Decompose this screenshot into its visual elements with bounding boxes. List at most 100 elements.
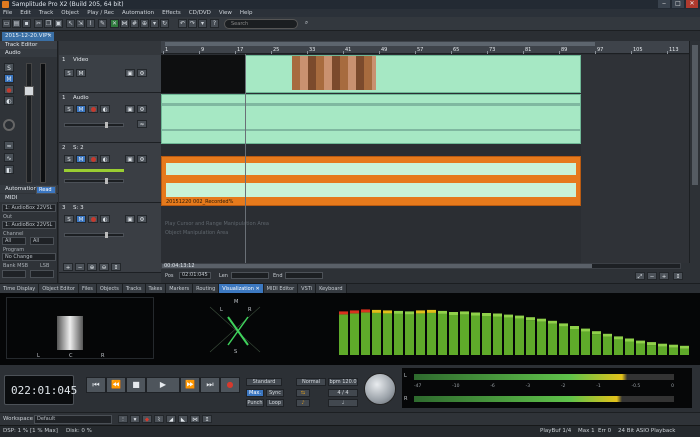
menu-help[interactable]: Help — [240, 9, 253, 17]
record-mode-select[interactable]: Standard — [246, 378, 282, 386]
go-to-end-icon[interactable]: ⏭ — [200, 377, 220, 393]
maximize-icon[interactable]: □ — [672, 0, 684, 8]
lock-icon[interactable]: ▣ — [125, 215, 135, 223]
menu-file[interactable]: File — [3, 9, 12, 17]
copy-icon[interactable]: ❐ — [44, 19, 53, 28]
pan-knob[interactable] — [3, 119, 15, 131]
solo-button[interactable]: S — [64, 105, 74, 113]
normalize-icon[interactable]: ↥ — [202, 415, 212, 423]
fx-icon[interactable]: ≈ — [137, 120, 147, 128]
pos-field[interactable]: 02:01:045 — [179, 272, 211, 279]
solo-button[interactable]: S — [64, 69, 74, 77]
punch-button[interactable]: Punch — [246, 399, 264, 407]
sync-icon[interactable]: ⇆ — [296, 389, 310, 397]
record-arm-icon[interactable] — [88, 155, 98, 163]
jog-wheel[interactable] — [364, 373, 396, 405]
cut-tool-icon[interactable]: ⌇ — [86, 19, 95, 28]
sync-button[interactable]: Sync — [266, 389, 284, 397]
punch-in-icon[interactable]: ◆ — [142, 415, 152, 423]
automation-mode-select[interactable]: Read — [36, 186, 56, 194]
midi-icon[interactable]: ♪ — [296, 399, 310, 407]
track-fit-icon[interactable]: ↕ — [111, 263, 121, 271]
marker-icon[interactable]: ▾ — [150, 19, 159, 28]
horizontal-scrollbar[interactable]: 00:04:13:12 — [161, 263, 681, 269]
help-icon[interactable]: ? — [210, 19, 219, 28]
menu-track[interactable]: Track — [39, 9, 53, 17]
menu-effects[interactable]: Effects — [162, 9, 181, 17]
timeline-ruler[interactable]: 1 9 17 25 33 41 49 57 65 73 81 89 97 105 113 — [161, 41, 690, 54]
crossfade-editor-icon[interactable]: ⋈ — [190, 415, 200, 423]
play-cursor[interactable] — [245, 54, 246, 264]
bpm-field[interactable]: bpm 120.0 — [328, 378, 358, 386]
remove-track-icon[interactable]: − — [75, 263, 85, 271]
track-monitor-icon[interactable]: ◐ — [4, 96, 14, 105]
monitor-icon[interactable]: ◐ — [100, 105, 110, 113]
track-solo-button[interactable]: S — [4, 63, 14, 72]
zoom-out-icon[interactable]: − — [647, 272, 657, 280]
stop-icon[interactable]: ■ — [126, 377, 146, 393]
record-icon[interactable]: ● — [220, 377, 240, 393]
volume-slider[interactable] — [64, 178, 124, 184]
add-track-icon[interactable]: + — [63, 263, 73, 271]
monitor-icon[interactable]: ◐ — [100, 215, 110, 223]
midi-channel-select[interactable]: All — [2, 237, 26, 245]
lock-icon[interactable]: ▣ — [125, 105, 135, 113]
zoom-in-icon[interactable]: + — [659, 272, 669, 280]
mute-button[interactable]: M — [76, 105, 86, 113]
mute-button[interactable]: M — [76, 215, 86, 223]
zoom-icon[interactable]: ⊕ — [140, 19, 149, 28]
range-tool-icon[interactable]: ⇲ — [76, 19, 85, 28]
draw-tool-icon[interactable]: ✎ — [98, 19, 107, 28]
undo-history-icon[interactable]: ▾ — [198, 19, 207, 28]
track-record-icon[interactable]: ● — [4, 85, 14, 94]
track-header-video[interactable]: 1 Video S M ▣ ⚙ — [59, 55, 161, 93]
fade-out-icon[interactable]: ◣ — [178, 415, 188, 423]
fast-forward-icon[interactable]: ⏩ — [180, 377, 200, 393]
arrangement-view[interactable]: 1 9 17 25 33 41 49 57 65 73 81 89 97 105 113 20151220 … — [161, 41, 690, 263]
play-icon[interactable]: ▶ — [146, 377, 180, 393]
mute-button[interactable]: M — [76, 69, 86, 77]
settings-icon[interactable]: ⚙ — [137, 155, 147, 163]
audio-clip[interactable] — [161, 94, 581, 144]
aux-icon[interactable]: ◧ — [4, 165, 14, 174]
settings-icon[interactable]: ⚙ — [137, 105, 147, 113]
signature-field[interactable]: 4 / 4 — [328, 389, 358, 397]
track-header-s2[interactable]: 2 S: 2 S M ◐ ▣ ⚙ — [59, 143, 161, 203]
len-field[interactable] — [231, 272, 269, 279]
marker-add-icon[interactable]: ▾ — [130, 415, 140, 423]
menu-view[interactable]: View — [219, 9, 232, 17]
track-zoom-out-icon[interactable]: ⊖ — [99, 263, 109, 271]
snap-icon[interactable]: ✕ — [110, 19, 119, 28]
tab-close-icon[interactable]: ✕ — [255, 286, 259, 292]
vertical-scroll-thumb[interactable] — [692, 45, 698, 185]
menu-cd-dvd[interactable]: CD/DVD — [189, 9, 211, 17]
menu-edit[interactable]: Edit — [20, 9, 31, 17]
close-tab-icon[interactable]: × — [47, 32, 52, 41]
video-clip[interactable] — [245, 55, 581, 93]
document-tab[interactable]: 2015-12-20.VIP* × — [2, 32, 54, 41]
record-arm-icon[interactable] — [88, 105, 98, 113]
monitor-icon[interactable]: ◐ — [100, 155, 110, 163]
paste-icon[interactable]: ▣ — [54, 19, 63, 28]
midi-program-select[interactable]: No Change — [2, 253, 56, 261]
solo-button[interactable]: S — [64, 215, 74, 223]
minimize-icon[interactable]: ‒ — [658, 0, 670, 8]
undo-icon[interactable]: ↶ — [178, 19, 187, 28]
lock-icon[interactable]: ▣ — [125, 155, 135, 163]
save-icon[interactable]: ▪ — [22, 19, 31, 28]
close-icon[interactable]: ✕ — [686, 0, 698, 8]
fade-in-icon[interactable]: ◢ — [166, 415, 176, 423]
time-display[interactable]: 022:01:045 — [4, 375, 77, 405]
rewind-icon[interactable]: ⏪ — [106, 377, 126, 393]
horizontal-scroll-thumb[interactable] — [162, 264, 592, 268]
track-mute-button[interactable]: M — [4, 74, 14, 83]
solo-button[interactable]: S — [64, 155, 74, 163]
volume-slider[interactable] — [64, 232, 124, 238]
playback-mode-select[interactable]: Normal — [296, 378, 326, 386]
end-field[interactable] — [285, 272, 323, 279]
midi-input-select[interactable]: 1: AudioBox 22VSL — [2, 204, 56, 212]
pointer-tool-icon[interactable]: ↖ — [66, 19, 75, 28]
metronome-icon[interactable]: ♩ — [328, 399, 358, 407]
menu-play-rec[interactable]: Play / Rec — [87, 9, 114, 17]
mute-button[interactable]: M — [76, 155, 86, 163]
